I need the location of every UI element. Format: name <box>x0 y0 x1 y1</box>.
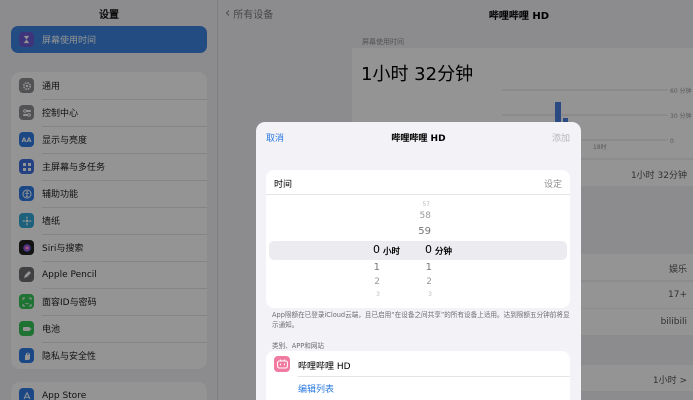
category-section-label: 类别、APP和网站 <box>272 342 325 350</box>
time-picker-card: 时间 设定 57 58 59 0 小时 0 分钟 1 2 3 1 2 3 <box>266 170 570 308</box>
picker-minute-option[interactable]: 2 <box>418 277 432 287</box>
picker-hour-option[interactable]: 3 <box>366 291 380 298</box>
cancel-button[interactable]: 取消 <box>266 131 284 144</box>
add-limit-sheet: 哔哩哔哩 HD 取消 添加 时间 设定 57 58 59 0 小时 0 分钟 1… <box>256 122 581 400</box>
add-button[interactable]: 添加 <box>552 131 570 144</box>
picker-hour-option[interactable]: 1 <box>366 262 380 273</box>
picker-minutes-value[interactable]: 0 <box>418 243 432 256</box>
edit-list-button[interactable]: 编辑列表 <box>298 382 334 395</box>
picker-minute-option[interactable]: 1 <box>418 262 432 273</box>
picker-minute-option[interactable]: 59 <box>412 226 431 237</box>
picker-minute-option[interactable]: 3 <box>418 291 432 298</box>
app-name: 哔哩哔哩 HD <box>298 362 351 372</box>
picker-hours-value[interactable]: 0 <box>366 243 380 256</box>
picker-minute-option[interactable]: 57 <box>414 201 430 208</box>
picker-hours-unit: 小时 <box>383 247 401 257</box>
time-label: 时间 <box>274 180 293 190</box>
apps-list-card: 哔哩哔哩 HD 编辑列表 <box>266 351 570 400</box>
picker-hour-option[interactable]: 2 <box>366 277 380 287</box>
divider <box>266 194 570 195</box>
bilibili-app-icon <box>274 356 290 372</box>
time-set-value[interactable]: 设定 <box>544 177 562 190</box>
divider <box>298 376 570 377</box>
picker-minute-option[interactable]: 58 <box>412 211 431 221</box>
picker-minutes-unit: 分钟 <box>435 247 453 257</box>
limit-footnote: App限额在已登录iCloud云端，且已启用“在设备之间共享”的所有设备上适用。… <box>272 311 570 329</box>
sheet-title: 哔哩哔哩 HD <box>391 134 446 144</box>
